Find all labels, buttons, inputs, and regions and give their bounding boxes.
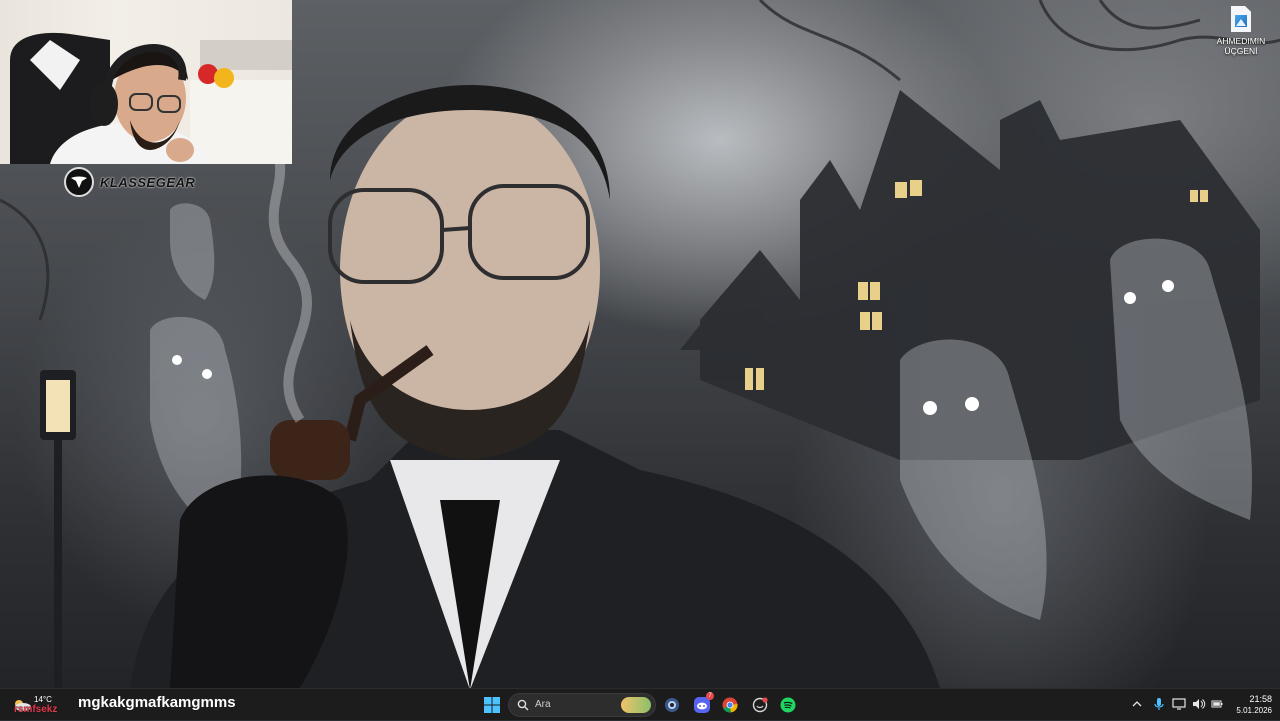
desktop-icon-ahmedimin-ucgeni[interactable]: AHMEDIMIN ÜÇGENİ [1213, 4, 1269, 56]
webcam-feed [10, 32, 292, 164]
taskbar-app-2[interactable] [748, 693, 772, 717]
desktop-icon-label: AHMEDIMIN ÜÇGENİ [1216, 36, 1266, 56]
brand-emblem-icon [64, 167, 94, 197]
system-clock[interactable]: 21:58 5.01.2026 [1228, 694, 1272, 716]
network-display-button[interactable] [1172, 697, 1186, 711]
microphone-icon [1154, 698, 1164, 710]
show-hidden-icons-button[interactable] [1130, 697, 1144, 711]
taskbar-app-1[interactable] [660, 693, 684, 717]
battery-button[interactable] [1210, 697, 1224, 711]
chevron-up-icon [1132, 701, 1142, 707]
webcam-overlay [0, 0, 292, 164]
taskbar-spotify[interactable] [776, 693, 800, 717]
image-file-icon [1231, 6, 1251, 32]
volume-button[interactable] [1192, 697, 1206, 711]
clock-date: 5.01.2026 [1236, 706, 1272, 715]
spotify-icon [780, 697, 796, 713]
stream-overlay-caption: mgkakgmafkamgmms [78, 694, 236, 711]
display-icon [1172, 698, 1186, 710]
weather-condition: rsmfsekz [14, 704, 58, 715]
brand-name: KLASSEGEAR [100, 174, 196, 190]
discord-notification-badge: 7 [706, 692, 714, 700]
circle-app-icon [752, 697, 768, 713]
system-tray: 21:58 5.01.2026 [1040, 689, 1280, 721]
taskbar-chrome[interactable] [718, 693, 742, 717]
volume-icon [1193, 699, 1206, 709]
windows-start-icon [484, 697, 500, 713]
start-button[interactable] [480, 693, 504, 717]
clock-time: 21:58 [1249, 694, 1272, 704]
chrome-icon [722, 697, 738, 713]
taskbar: 14°C rsmfsekz mgkakgmafkamgmms Ara 7 21:… [0, 688, 1280, 720]
search-placeholder: Ara [535, 699, 551, 710]
taskbar-discord[interactable]: 7 [690, 692, 714, 717]
weather-widget[interactable]: 14°C rsmfsekz [10, 692, 74, 718]
brand-logo: KLASSEGEAR [64, 166, 195, 198]
search-highlight-icon [621, 697, 651, 713]
weather-temperature: 14°C [34, 695, 52, 704]
battery-icon [1211, 700, 1223, 708]
microphone-button[interactable] [1152, 697, 1166, 711]
search-icon [517, 699, 529, 711]
dark-orb-app-icon [665, 698, 679, 712]
taskbar-search-box[interactable]: Ara [508, 693, 656, 717]
